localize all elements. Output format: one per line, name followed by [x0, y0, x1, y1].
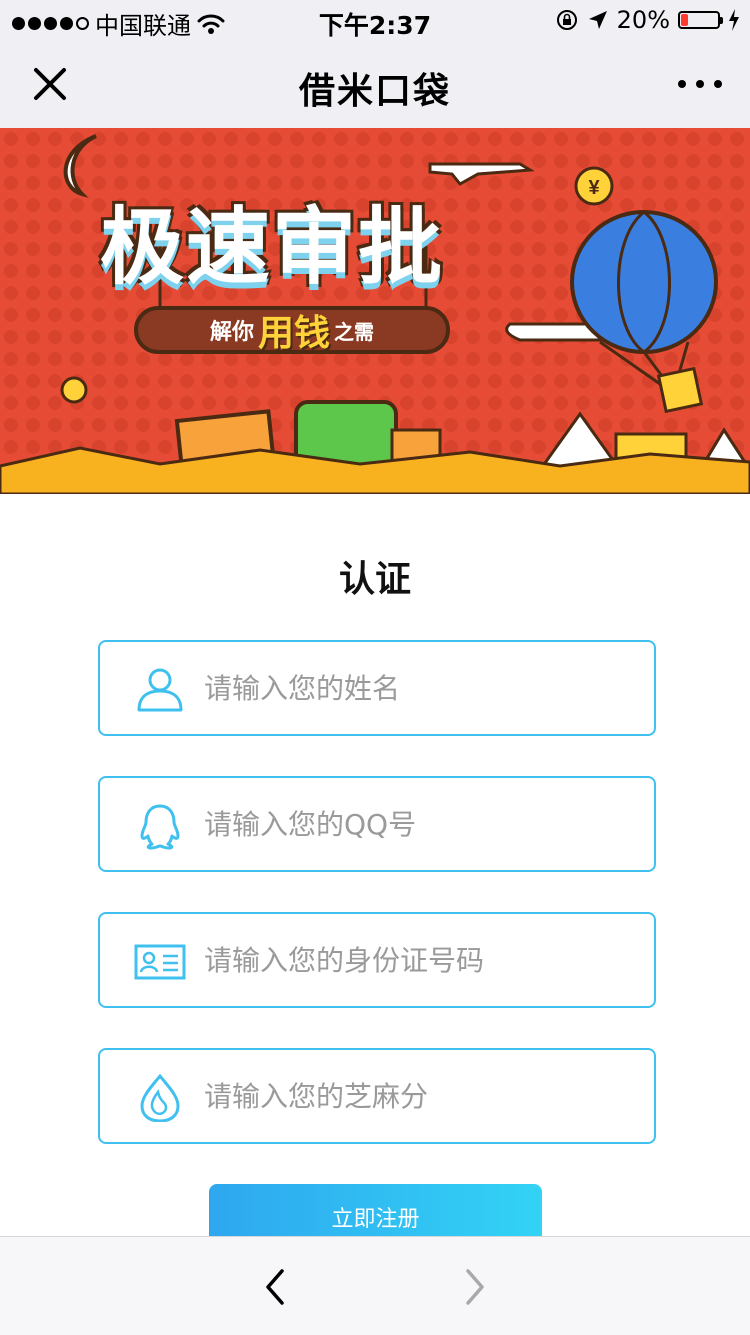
- id-card-icon: [134, 944, 186, 980]
- chevron-left-icon[interactable]: [258, 1267, 294, 1307]
- battery-icon: [678, 11, 723, 29]
- more-dots-icon[interactable]: [678, 70, 722, 98]
- sesame-score-field[interactable]: [98, 1048, 656, 1144]
- banner-title: 极速审批: [100, 198, 445, 296]
- banner-subtitle: 解你 用钱 之需: [134, 306, 450, 354]
- id-number-field[interactable]: [98, 912, 656, 1008]
- status-bar: 中国联通 下午2:37 20%: [0, 0, 750, 40]
- name-field[interactable]: [98, 640, 656, 736]
- name-input[interactable]: [204, 642, 634, 734]
- id-number-input[interactable]: [204, 914, 634, 1006]
- charging-bolt-icon: [729, 9, 739, 31]
- nav-bar: 借米口袋: [0, 40, 750, 128]
- qq-field[interactable]: [98, 776, 656, 872]
- browser-toolbar: [0, 1236, 750, 1335]
- qq-input[interactable]: [204, 778, 634, 870]
- promo-banner: ¥ 极速审批 解你 用钱 之需: [0, 128, 750, 494]
- banner-subtitle-part3: 之需: [334, 319, 375, 344]
- chevron-right-icon[interactable]: [456, 1267, 492, 1307]
- sesame-score-input[interactable]: [204, 1050, 634, 1142]
- banner-subtitle-part2: 用钱: [258, 313, 331, 354]
- svg-text:¥: ¥: [588, 177, 600, 199]
- banner-subtitle-part1: 解你: [209, 320, 254, 345]
- location-arrow-icon: [588, 11, 607, 29]
- rotation-lock-icon: [556, 10, 577, 30]
- battery-percent: 20%: [616, 6, 670, 34]
- qq-penguin-icon: [140, 804, 180, 850]
- user-icon: [137, 668, 183, 712]
- sesame-drop-icon: [140, 1074, 180, 1122]
- form-heading: 认证: [338, 559, 411, 600]
- status-right-group: 20%: [555, 6, 740, 34]
- page-title: 借米口袋: [298, 71, 451, 112]
